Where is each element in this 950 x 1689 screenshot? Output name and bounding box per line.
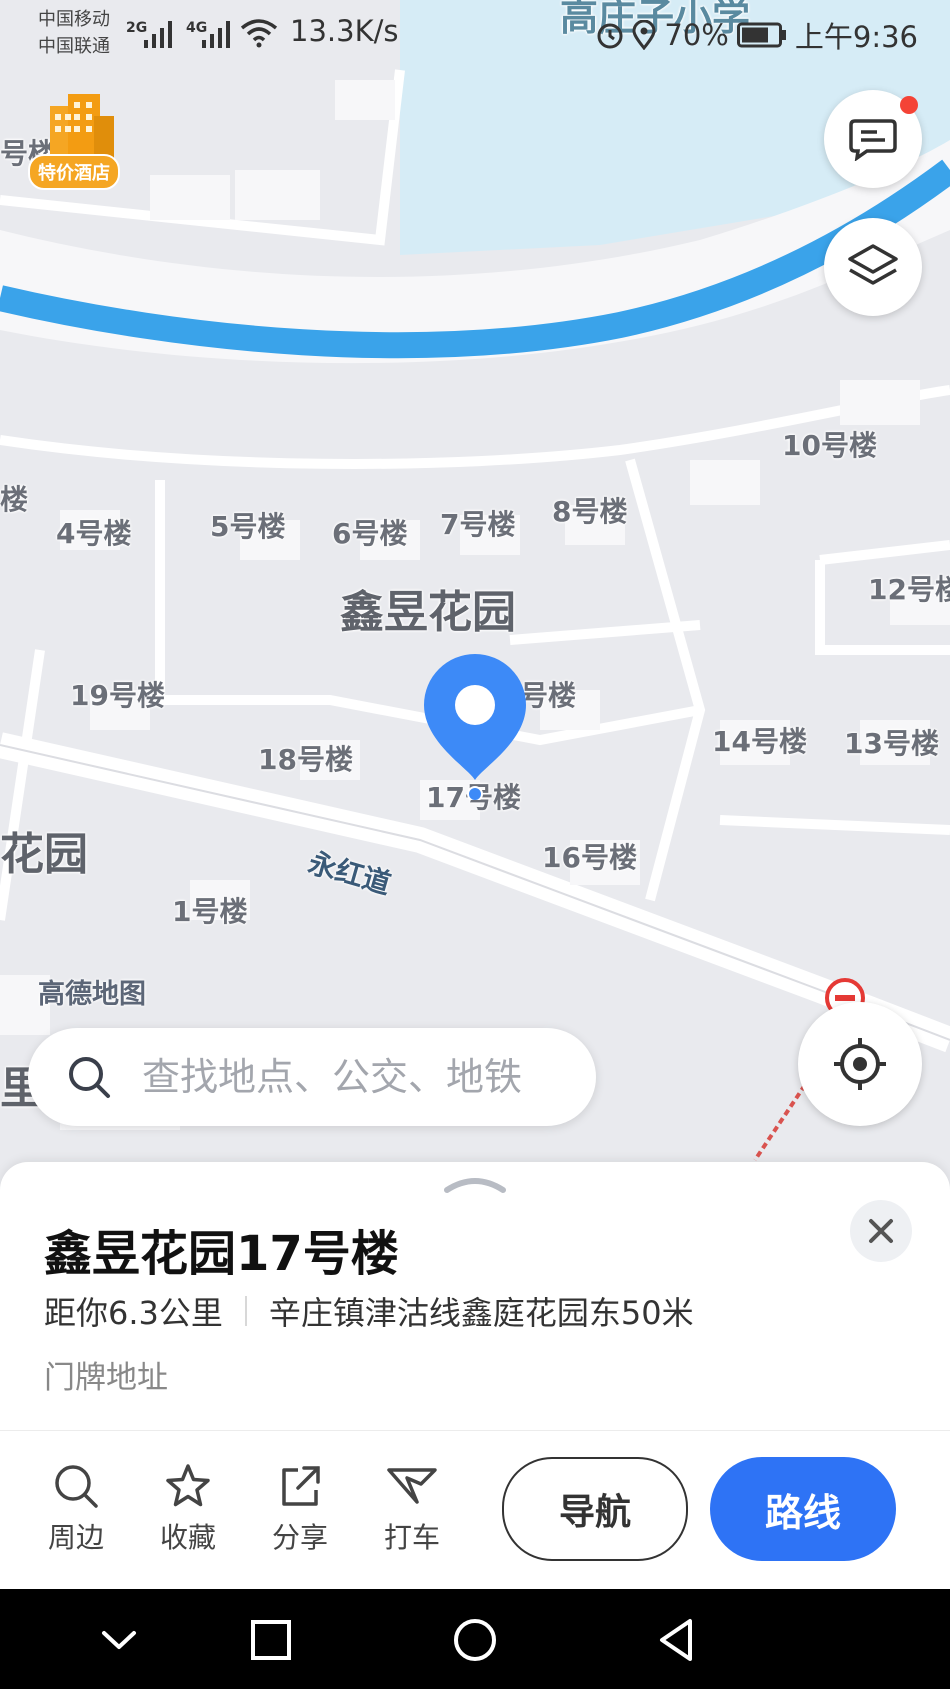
place-address: 辛庄镇津沽线鑫庭花园东50米 [268, 1294, 694, 1332]
taxi-label: 打车 [383, 1521, 440, 1554]
address-type: 门牌地址 [44, 1360, 168, 1396]
place-detail-sheet: 鑫昱花园17号楼 距你6.3公里 辛庄镇津沽线鑫庭花园东50米 门牌地址 周边 … [0, 1162, 950, 1589]
location-icon [632, 20, 656, 50]
sheet-divider [0, 1430, 950, 1431]
close-icon [869, 1219, 893, 1243]
location-pin[interactable] [418, 650, 532, 802]
system-nav-bar [0, 1589, 950, 1689]
share-button[interactable]: 分享 [250, 1462, 350, 1556]
locate-me-button[interactable] [798, 1002, 922, 1126]
battery-percent: 70% [664, 18, 729, 52]
search-icon [69, 1057, 110, 1098]
map-label-estate: 鑫昱花园 [340, 587, 516, 638]
status-right: 70% 上午9:36 [596, 14, 918, 56]
map-label-building-19: 19号楼 [70, 679, 165, 712]
favorite-button[interactable]: 收藏 [138, 1462, 238, 1556]
map-label-building-13: 13号楼 [844, 727, 939, 760]
hotel-deal-badge: 特价酒店 [28, 154, 120, 190]
share-label: 分享 [271, 1521, 328, 1554]
sheet-handle-chevron-up-icon[interactable] [443, 1174, 507, 1194]
search-input[interactable] [142, 1050, 582, 1104]
map-watermark: 高德地图 [38, 979, 146, 1010]
map-label-building-8: 8号楼 [552, 495, 628, 528]
favorite-label: 收藏 [159, 1521, 216, 1554]
star-icon [166, 1464, 210, 1507]
chevron-down-icon[interactable] [96, 1617, 142, 1663]
carrier-1: 中国移动 [38, 9, 110, 30]
crosshair-icon [834, 1038, 886, 1090]
map-label-estate-partial: 花园 [0, 829, 88, 880]
map-label-building-14: 14号楼 [712, 725, 807, 758]
layers-button[interactable] [824, 218, 922, 316]
net-speed: 13.3K/s [290, 14, 399, 48]
map-label-building-10: 10号楼 [782, 429, 877, 462]
map-label-building-1: 1号楼 [172, 895, 248, 928]
map-label-building-6: 6号楼 [332, 517, 408, 550]
close-button[interactable] [850, 1200, 912, 1262]
carrier-info: 中国移动 中国联通 [38, 6, 110, 60]
signal-bars-icon [144, 21, 172, 48]
chat-icon [849, 119, 897, 161]
clock-time: 上午9:36 [794, 20, 918, 54]
map-label-building-5: 5号楼 [210, 510, 286, 543]
map-pin-icon [424, 654, 526, 802]
route-button[interactable]: 路线 [710, 1457, 896, 1561]
layers-icon [848, 244, 898, 285]
battery-icon [736, 22, 786, 48]
search-bar[interactable] [28, 1028, 596, 1126]
wifi-icon [240, 19, 278, 48]
place-title: 鑫昱花园17号楼 [44, 1226, 399, 1282]
taxi-button[interactable]: 打车 [362, 1462, 462, 1556]
taxi-flag-icon [387, 1468, 437, 1504]
message-button[interactable] [824, 90, 922, 188]
home-circle-icon[interactable] [452, 1617, 498, 1663]
map-label-building-4: 4号楼 [56, 517, 132, 550]
recent-apps-square-icon[interactable] [248, 1617, 294, 1663]
nearby-label: 周边 [47, 1521, 104, 1554]
back-triangle-icon[interactable] [654, 1617, 700, 1663]
place-distance: 距你6.3公里 [44, 1294, 223, 1332]
alarm-icon [597, 23, 623, 49]
map-label-building-12: 12号楼 [868, 573, 950, 606]
hotel-deal-marker[interactable]: 特价酒店 [28, 92, 128, 192]
info-separator [244, 1296, 247, 1326]
map-label-building-18: 18号楼 [258, 743, 353, 776]
map-label-building-16: 16号楼 [542, 841, 637, 874]
carrier-2: 中国联通 [38, 36, 110, 57]
share-icon [282, 1466, 320, 1506]
map-label-partial-2: 楼 [0, 483, 29, 516]
status-bar: 中国移动 中国联通 2G 4G 13.3K/s 70% 上午9:36 [0, 0, 950, 68]
map-label-building-7: 7号楼 [440, 508, 516, 541]
navigate-button[interactable]: 导航 [502, 1457, 688, 1561]
search-nearby-icon [55, 1465, 98, 1508]
place-info-row: 距你6.3公里 辛庄镇津沽线鑫庭花园东50米 [44, 1288, 694, 1334]
signal-bars-icon-2 [202, 21, 230, 48]
nearby-button[interactable]: 周边 [26, 1462, 126, 1556]
notification-dot [900, 96, 918, 114]
